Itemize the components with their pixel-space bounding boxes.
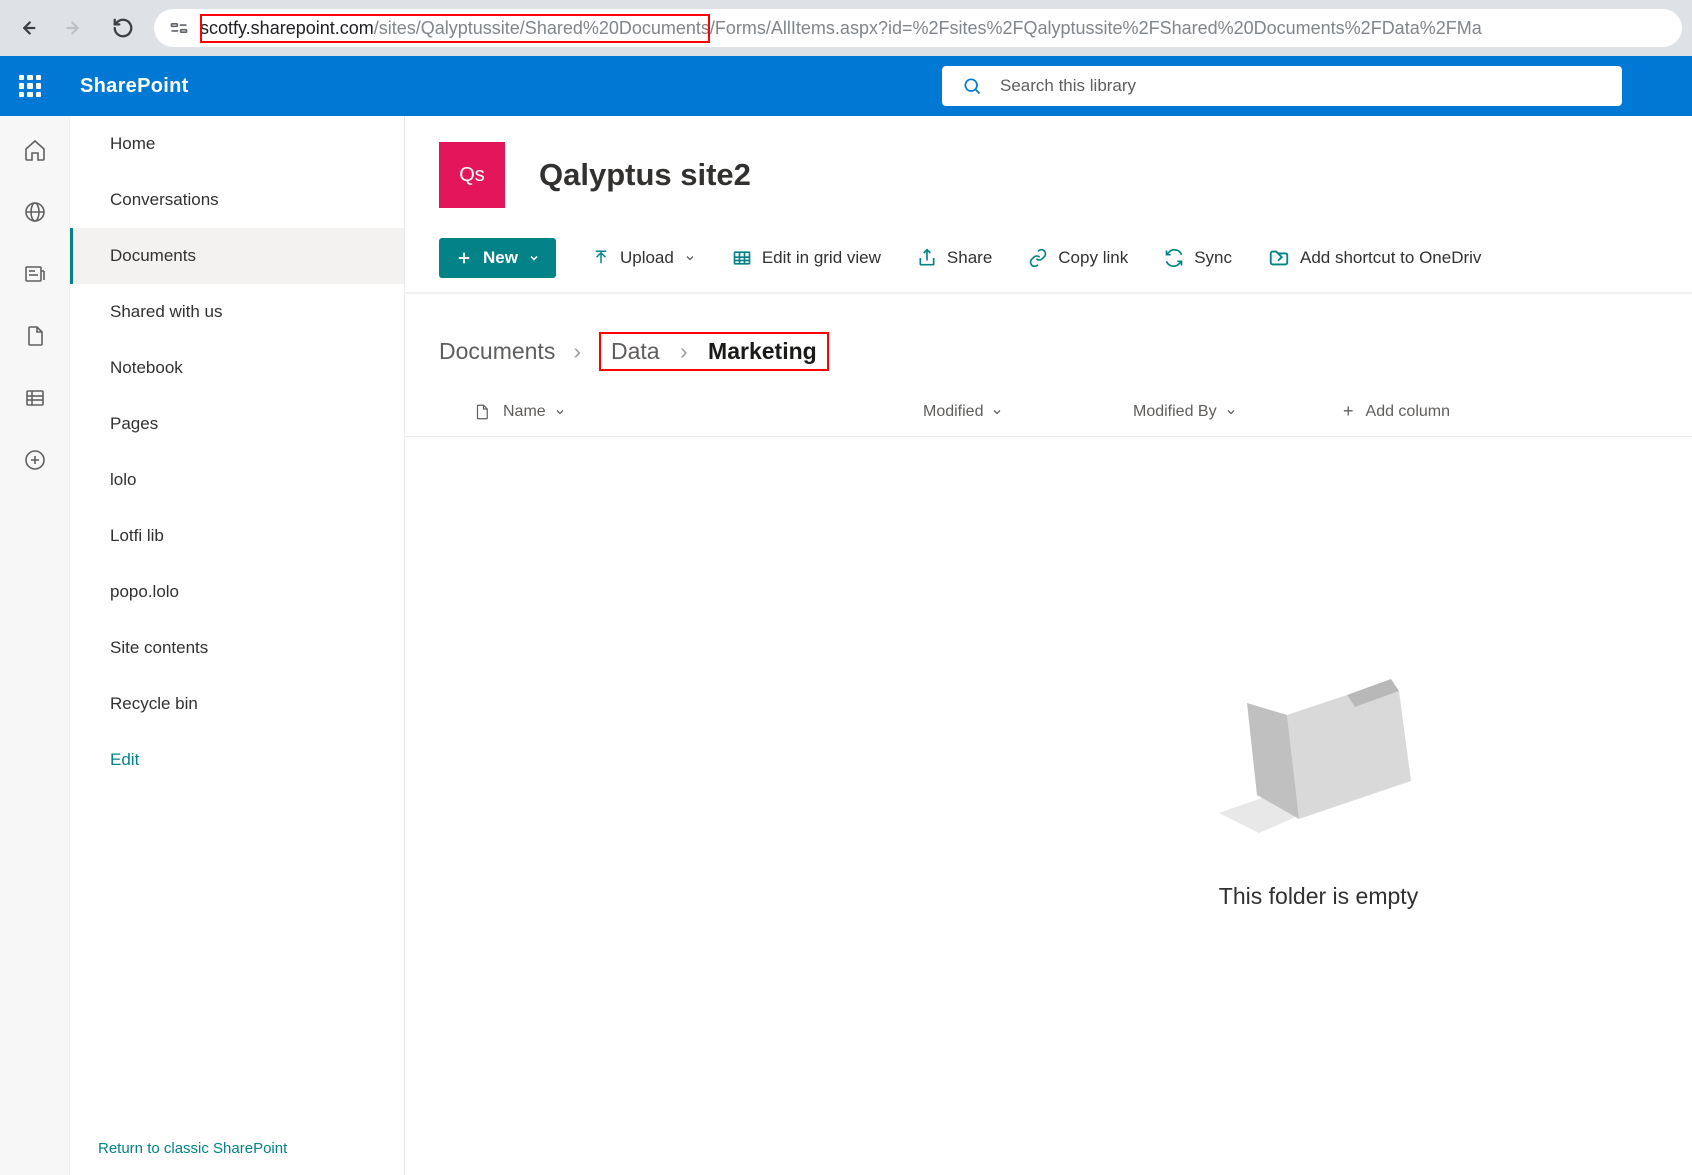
- cmd-label: Edit in grid view: [762, 248, 881, 268]
- empty-message: This folder is empty: [1219, 883, 1418, 910]
- nav-edit[interactable]: Edit: [70, 732, 404, 788]
- nav-popo-lolo[interactable]: popo.lolo: [70, 564, 404, 620]
- breadcrumb-current: Marketing: [708, 338, 817, 364]
- nav-lotfi-lib[interactable]: Lotfi lib: [70, 508, 404, 564]
- site-settings-icon[interactable]: [168, 17, 190, 39]
- chevron-down-icon: [528, 252, 540, 264]
- news-icon: [23, 262, 47, 286]
- rail-create[interactable]: [21, 446, 49, 474]
- grid-icon: [732, 248, 752, 268]
- nav-item-label: Conversations: [110, 190, 219, 209]
- empty-state: This folder is empty: [675, 407, 1692, 1145]
- rail-my-sites[interactable]: [21, 198, 49, 226]
- file-icon: [473, 403, 491, 421]
- return-to-classic[interactable]: Return to classic SharePoint: [70, 1122, 404, 1175]
- url-path-tail: /Forms/AllItems.aspx?id=%2Fsites%2FQalyp…: [710, 18, 1482, 39]
- nav-lolo[interactable]: lolo: [70, 452, 404, 508]
- sync-icon: [1164, 248, 1184, 268]
- breadcrumb-root[interactable]: Documents: [439, 338, 555, 365]
- suite-header: SharePoint Search this library: [0, 56, 1692, 116]
- rail-files[interactable]: [21, 322, 49, 350]
- nav-item-label: popo.lolo: [110, 582, 179, 601]
- search-box[interactable]: Search this library: [942, 66, 1622, 106]
- cmd-label: Sync: [1194, 248, 1232, 268]
- nav-recycle-bin[interactable]: Recycle bin: [70, 676, 404, 732]
- breadcrumb-sep: ›: [680, 338, 688, 364]
- nav-item-label: Notebook: [110, 358, 183, 377]
- search-placeholder: Search this library: [1000, 76, 1136, 96]
- list-icon: [23, 386, 47, 410]
- file-icon: [23, 324, 47, 348]
- forward-button[interactable]: [58, 11, 92, 45]
- home-icon: [23, 138, 47, 162]
- nav-shared-with-us[interactable]: Shared with us: [70, 284, 404, 340]
- globe-icon: [23, 200, 47, 224]
- plus-icon: [455, 249, 473, 267]
- link-icon: [1028, 248, 1048, 268]
- brand-label[interactable]: SharePoint: [80, 75, 189, 98]
- back-button[interactable]: [10, 11, 44, 45]
- share-icon: [917, 248, 937, 268]
- cmd-add-shortcut[interactable]: Add shortcut to OneDriv: [1268, 247, 1481, 269]
- breadcrumb-sep: ›: [573, 338, 581, 365]
- app-launcher[interactable]: [0, 56, 60, 116]
- url-bar[interactable]: scotfy.sharepoint.com/sites/Qalyptussite…: [154, 9, 1682, 47]
- cmd-upload[interactable]: Upload: [592, 248, 696, 268]
- nav-item-label: Pages: [110, 414, 158, 433]
- app-rail: [0, 116, 70, 1175]
- cmd-new[interactable]: New: [439, 238, 556, 278]
- main-region: Qs Qalyptus site2 New Upload Edit in gri…: [405, 116, 1692, 1175]
- plus-circle-icon: [23, 448, 47, 472]
- upload-icon: [592, 249, 610, 267]
- folder-shortcut-icon: [1268, 247, 1290, 269]
- nav-site-contents[interactable]: Site contents: [70, 620, 404, 676]
- rail-lists[interactable]: [21, 384, 49, 412]
- nav-item-label: Site contents: [110, 638, 208, 657]
- chevron-down-icon: [554, 406, 566, 418]
- reload-button[interactable]: [106, 11, 140, 45]
- browser-chrome: scotfy.sharepoint.com/sites/Qalyptussite…: [0, 0, 1692, 56]
- cmd-label: Copy link: [1058, 248, 1128, 268]
- cmd-share[interactable]: Share: [917, 248, 992, 268]
- nav-item-label: Lotfi lib: [110, 526, 164, 545]
- command-bar: New Upload Edit in grid view Share Copy …: [405, 224, 1692, 294]
- rail-news[interactable]: [21, 260, 49, 288]
- cmd-label: Upload: [620, 248, 674, 268]
- breadcrumb: Documents › Data › Marketing: [405, 294, 1692, 389]
- nav-item-label: Recycle bin: [110, 694, 198, 713]
- nav-conversations[interactable]: Conversations: [70, 172, 404, 228]
- nav-documents[interactable]: Documents: [70, 228, 404, 284]
- url-host: scotfy.sharepoint.com: [200, 18, 374, 38]
- search-icon: [962, 76, 982, 96]
- cmd-edit-grid[interactable]: Edit in grid view: [732, 248, 881, 268]
- site-nav: Home Conversations Documents Shared with…: [70, 116, 405, 1175]
- nav-items: Home Conversations Documents Shared with…: [70, 116, 404, 1122]
- url-path-highlight: /sites/Qalyptussite/Shared%20Documents: [374, 18, 710, 38]
- nav-item-label: Documents: [110, 246, 196, 265]
- nav-item-label: lolo: [110, 470, 136, 489]
- site-header: Qs Qalyptus site2: [405, 116, 1692, 224]
- cmd-copy-link[interactable]: Copy link: [1028, 248, 1128, 268]
- nav-item-label: Home: [110, 134, 155, 153]
- nav-item-label: Edit: [110, 750, 139, 769]
- nav-item-label: Shared with us: [110, 302, 222, 321]
- rail-home[interactable]: [21, 136, 49, 164]
- breadcrumb-data[interactable]: Data: [611, 338, 660, 364]
- site-title[interactable]: Qalyptus site2: [539, 157, 751, 193]
- cmd-label: Add shortcut to OneDriv: [1300, 248, 1481, 268]
- waffle-icon: [19, 75, 41, 97]
- site-logo[interactable]: Qs: [439, 142, 505, 208]
- cmd-label: New: [483, 248, 518, 268]
- col-file-type[interactable]: [439, 403, 503, 421]
- empty-folder-icon: [1199, 643, 1439, 843]
- cmd-sync[interactable]: Sync: [1164, 248, 1232, 268]
- nav-notebook[interactable]: Notebook: [70, 340, 404, 396]
- nav-home[interactable]: Home: [70, 116, 404, 172]
- cmd-label: Share: [947, 248, 992, 268]
- chevron-down-icon: [684, 252, 696, 264]
- nav-pages[interactable]: Pages: [70, 396, 404, 452]
